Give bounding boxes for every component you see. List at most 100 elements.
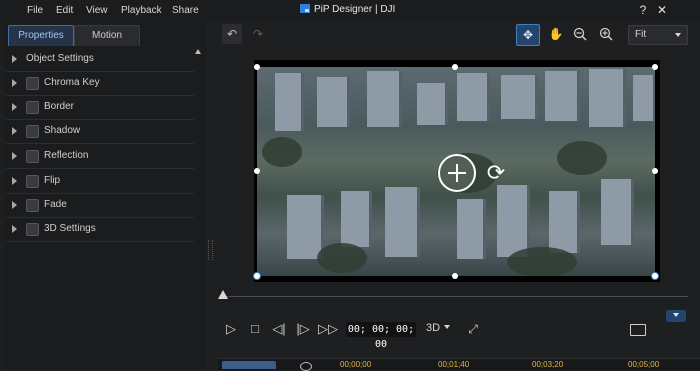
window-title: PiP Designer | DJI [300,4,395,15]
zoom-out-button[interactable] [570,24,590,44]
next-frame-button[interactable]: |▷ [294,320,312,338]
resize-handle-bottom[interactable] [452,273,458,279]
fade-checkbox[interactable] [26,199,39,212]
zoom-fit-select[interactable]: Fit [628,25,688,45]
previous-frame-icon: ◁| [272,321,286,336]
timecode-display[interactable]: 00; 00; 00; 00 [346,322,416,350]
resize-handle-bottom-left[interactable] [254,273,260,279]
zoom-in-button[interactable] [596,24,616,44]
fast-forward-button[interactable]: ▷▷ [318,320,338,338]
stop-button[interactable]: □ [246,320,264,338]
reflection-checkbox[interactable] [26,150,39,163]
redo-icon: ↷ [252,27,264,41]
menu-playback[interactable]: Playback [121,5,162,16]
preview-monitor-button[interactable] [630,324,646,336]
fullscreen-button[interactable]: ⤢ [466,322,480,336]
undo-button[interactable]: ↶ [222,24,242,44]
zoom-out-icon [573,27,587,41]
window-title-text: PiP Designer | DJI [314,4,396,15]
rotate-handle-icon[interactable]: ⟳ [482,160,510,186]
menu-file[interactable]: File [27,5,43,16]
chroma-key-checkbox[interactable] [26,77,39,90]
prop-label: Fade [44,199,67,210]
prop-row-reflection[interactable]: Reflection [6,144,194,169]
fit-select-value: Fit [635,29,647,40]
hand-icon: ✋ [548,27,564,41]
preview-scrub-track[interactable] [222,296,688,297]
prop-label: 3D Settings [44,223,96,234]
playback-controls: ▷ □ ◁| |▷ ▷▷ [218,318,700,342]
resize-handle-top[interactable] [452,64,458,70]
prop-row-flip[interactable]: Flip [6,169,194,194]
play-button[interactable]: ▷ [222,320,240,338]
expand-arrow-icon[interactable] [12,127,17,135]
resize-handle-bottom-right[interactable] [652,273,658,279]
playhead-slider[interactable] [218,290,228,299]
zoom-in-icon [599,27,613,41]
expand-arrow-icon[interactable] [12,55,17,63]
timeline-ruler[interactable]: 00;00;00 00;01;40 00;03;20 00;05;00 [218,358,700,370]
border-checkbox[interactable] [26,101,39,114]
prop-label: Reflection [44,150,89,161]
play-icon: ▷ [226,321,236,336]
3d-mode-button[interactable]: 3D [426,322,451,334]
move-tool-icon: ✥ [522,28,534,42]
chevron-down-icon [444,325,451,329]
expand-arrow-icon[interactable] [12,79,17,87]
redo-button[interactable]: ↷ [248,24,268,44]
3d-settings-checkbox[interactable] [26,223,39,236]
prop-label: Chroma Key [44,77,100,88]
prop-label: Border [44,101,75,112]
prop-row-object-settings[interactable]: Object Settings [6,47,194,72]
tab-motion[interactable]: Motion [74,25,140,46]
undo-icon: ↶ [226,27,238,41]
pip-designer-logo-icon [300,4,310,13]
prop-row-shadow[interactable]: Shadow [6,119,194,144]
expand-arrow-icon[interactable] [12,152,17,160]
timeline-mark: 00;05;00 [628,360,660,369]
move-handle-icon[interactable] [438,154,476,192]
tab-properties[interactable]: Properties [8,25,74,46]
menu-edit[interactable]: Edit [56,5,73,16]
prop-row-border[interactable]: Border [6,95,194,120]
timeline-mark: 00;03;20 [532,360,564,369]
panel-tabs: Properties Motion [8,25,206,46]
prop-row-fade[interactable]: Fade [6,193,194,218]
hand-tool-button[interactable]: ✋ [546,24,566,44]
next-frame-icon: |▷ [296,321,310,336]
expand-arrow-icon[interactable] [12,201,17,209]
resize-handle-top-right[interactable] [652,64,658,70]
fullscreen-icon: ⤢ [468,322,478,336]
resize-handle-right[interactable] [652,168,658,174]
title-bar: File Edit View Playback Share PiP Design… [0,0,700,22]
timeline-mark: 00;00;00 [340,360,372,369]
flip-checkbox[interactable] [26,175,39,188]
chevron-down-icon [673,313,679,317]
prop-label: Flip [44,175,61,186]
scroll-up-arrow-icon[interactable] [195,49,201,54]
timeline-zoom-knob[interactable] [300,362,312,371]
expand-arrow-icon[interactable] [12,103,17,111]
resize-handle-top-left[interactable] [254,64,260,70]
close-button[interactable]: ✕ [655,3,669,17]
resize-handle-left[interactable] [254,168,260,174]
expand-arrow-icon[interactable] [12,225,17,233]
3d-mode-label: 3D [426,322,441,334]
timeline-mark: 00;01;40 [438,360,470,369]
previous-frame-button[interactable]: ◁| [270,320,288,338]
stop-icon: □ [251,321,259,336]
help-button[interactable]: ? [636,3,650,17]
move-tool-button[interactable]: ✥ [516,24,540,46]
chevron-down-icon [675,33,681,37]
properties-scrollbar[interactable] [194,47,202,347]
menu-share[interactable]: Share [172,5,199,16]
preview-toolbar: ↶ ↷ ✥ ✋ Fit [218,24,700,46]
expand-arrow-icon[interactable] [12,177,17,185]
menu-view[interactable]: View [86,5,108,16]
timeline-clip-thumbnail[interactable] [222,361,276,369]
panel-splitter[interactable] [208,240,213,260]
shadow-checkbox[interactable] [26,125,39,138]
prop-label: Shadow [44,125,81,136]
prop-row-chroma-key[interactable]: Chroma Key [6,71,194,96]
prop-row-3d-settings[interactable]: 3D Settings [6,217,194,242]
